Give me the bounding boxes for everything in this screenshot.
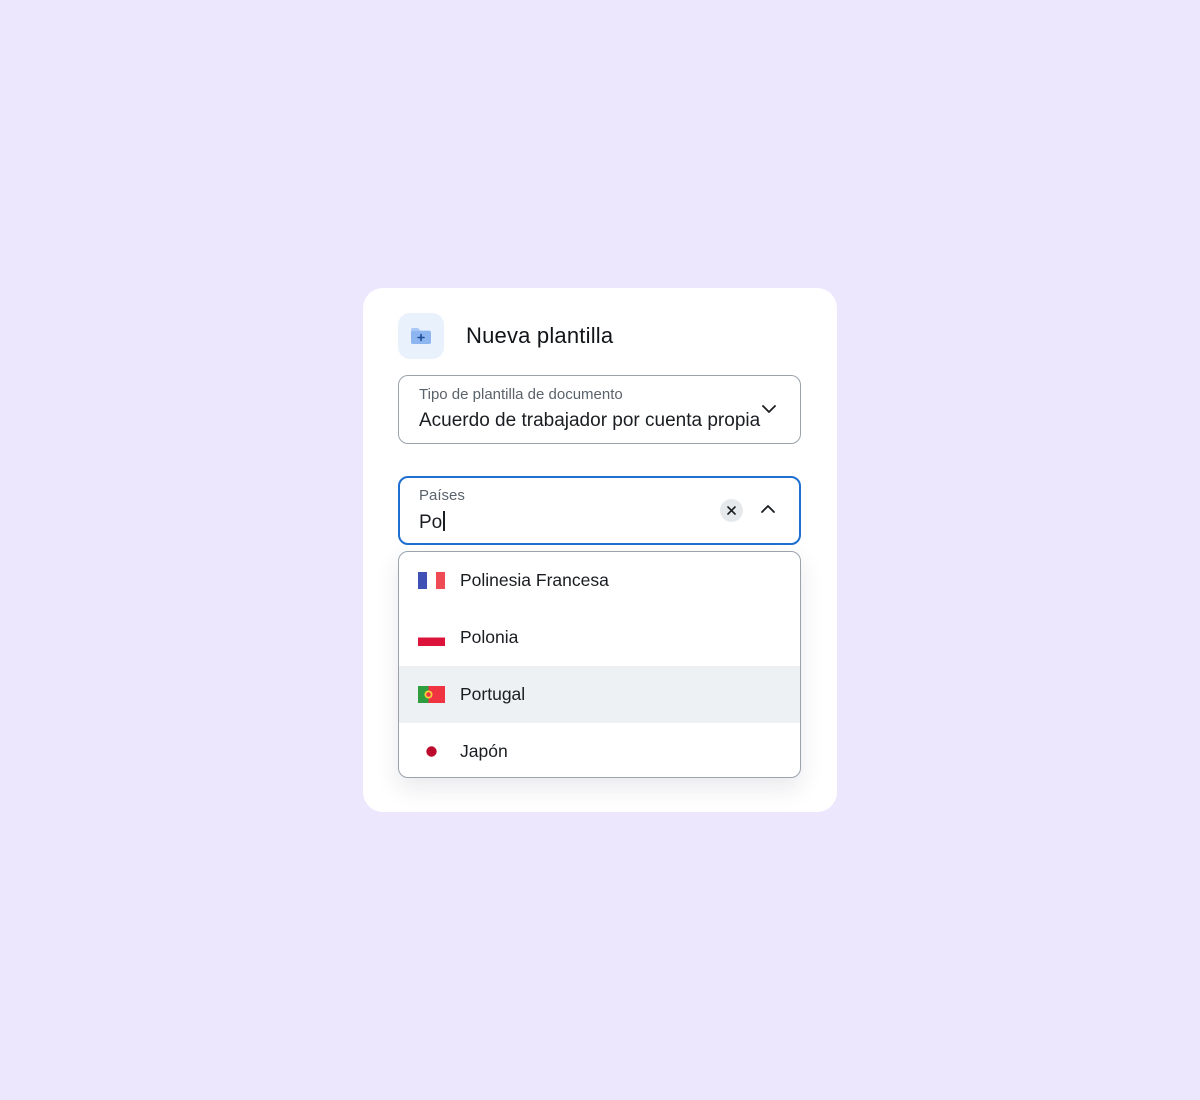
option-polonia[interactable]: Polonia <box>399 609 800 666</box>
flag-french-polynesia-icon <box>418 572 445 589</box>
option-label: Portugal <box>460 684 526 704</box>
close-icon <box>727 506 736 515</box>
template-type-select[interactable]: Tipo de plantilla de documento Acuerdo d… <box>398 375 801 444</box>
option-label: Polinesia Francesa <box>460 570 609 590</box>
option-japon[interactable]: Japón <box>399 723 800 777</box>
countries-input-text: Po <box>419 512 443 533</box>
clear-button[interactable] <box>720 499 743 522</box>
text-cursor <box>443 511 445 531</box>
template-type-value: Acuerdo de trabajador por cuenta propia <box>419 410 761 431</box>
countries-search-input[interactable]: Po <box>419 511 445 534</box>
option-polinesia-francesa[interactable]: Polinesia Francesa <box>399 552 800 609</box>
countries-dropdown-list: Polinesia Francesa Polonia Portugal Japó… <box>398 551 801 778</box>
dialog-title: Nueva plantilla <box>466 323 614 348</box>
folder-plus-icon <box>398 313 444 359</box>
new-template-card: Nueva plantilla Tipo de plantilla de doc… <box>363 288 837 812</box>
flag-portugal-icon <box>418 686 445 703</box>
option-label: Polonia <box>460 627 519 647</box>
flag-japan-icon <box>418 743 445 760</box>
chevron-down-icon[interactable] <box>760 400 778 418</box>
template-type-label: Tipo de plantilla de documento <box>419 386 623 403</box>
countries-combobox[interactable]: Países Po <box>398 476 801 545</box>
chevron-up-icon[interactable] <box>759 500 777 518</box>
option-portugal[interactable]: Portugal <box>399 666 800 723</box>
flag-poland-icon <box>418 629 445 646</box>
dialog-header: Nueva plantilla <box>398 312 613 360</box>
countries-label: Países <box>419 487 465 504</box>
option-label: Japón <box>460 741 508 761</box>
